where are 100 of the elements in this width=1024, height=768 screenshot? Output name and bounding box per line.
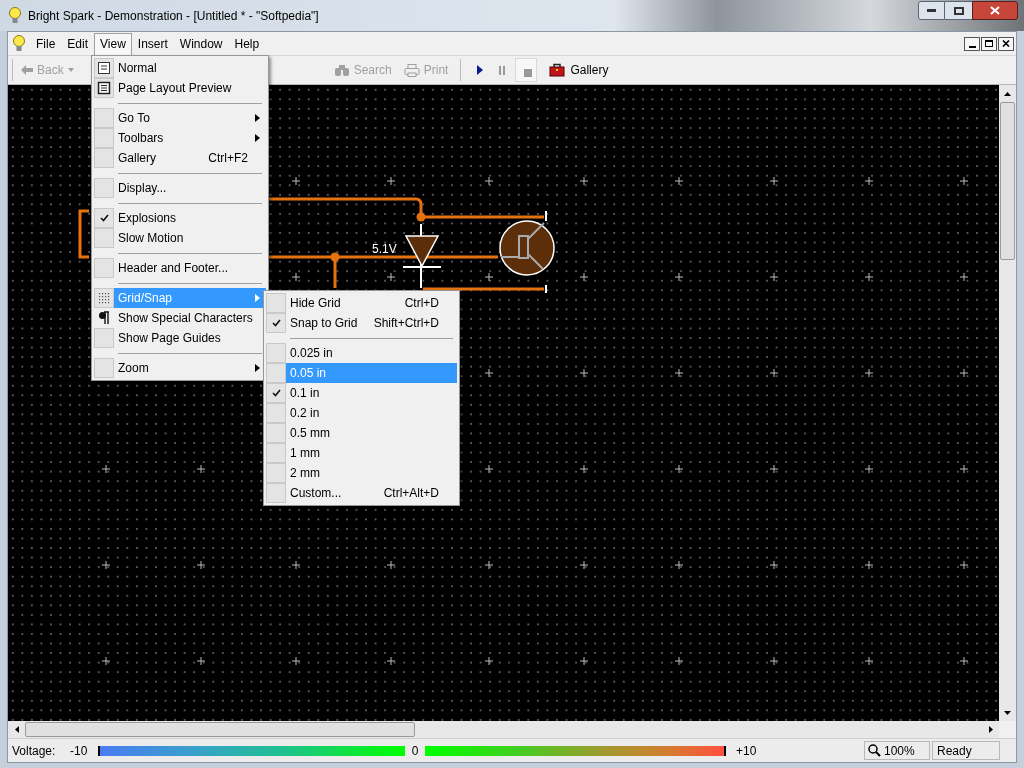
grid-cross <box>864 272 874 282</box>
voltage-label: Voltage: <box>12 742 57 760</box>
menu-item[interactable]: 0.1 in <box>266 383 457 403</box>
scrollbar-thumb[interactable] <box>25 722 415 737</box>
grid-cross <box>959 560 969 570</box>
menu-item[interactable]: 0.5 mm <box>266 423 457 443</box>
grid-cross <box>386 560 396 570</box>
grid-cross <box>196 464 206 474</box>
checkmark-icon <box>99 214 109 222</box>
grid-cross <box>674 272 684 282</box>
menu-item[interactable]: Toolbars <box>94 128 266 148</box>
junction-dot[interactable] <box>416 212 426 222</box>
dropdown-caret-icon <box>67 68 74 72</box>
grid-cross <box>484 464 494 474</box>
menu-title[interactable]: Help <box>228 32 266 55</box>
grid-cross <box>291 272 301 282</box>
grid-cross <box>291 560 301 570</box>
grid-cross <box>101 560 111 570</box>
wire[interactable] <box>78 209 89 259</box>
wire[interactable] <box>268 255 498 259</box>
pause-icon <box>499 65 506 75</box>
right-arrow-icon <box>988 726 993 733</box>
mdi-restore-button[interactable] <box>981 36 997 51</box>
voltage-label: 5.1V <box>372 241 397 258</box>
mdi-minimize-button[interactable] <box>964 36 980 51</box>
menu-item[interactable]: Snap to Grid Shift+Ctrl+D <box>266 313 457 333</box>
menu-item[interactable]: Zoom <box>94 358 266 378</box>
grid-cross <box>769 368 779 378</box>
close-button[interactable] <box>972 1 1018 20</box>
grid-cross <box>579 368 589 378</box>
grid-cross <box>674 656 684 666</box>
maximize-button[interactable] <box>945 1 972 20</box>
page-layout-icon <box>97 81 111 95</box>
page-icon <box>97 61 111 75</box>
grid-cross <box>579 560 589 570</box>
grid-cross <box>484 176 494 186</box>
menu-item[interactable]: 1 mm <box>266 443 457 463</box>
stop-button[interactable] <box>515 58 538 82</box>
grid-cross <box>579 272 589 282</box>
grid-cross <box>484 560 494 570</box>
grid-cross <box>484 368 494 378</box>
menu-item[interactable]: Show Special Characters <box>94 308 266 328</box>
menu-title[interactable]: Insert <box>131 32 174 55</box>
scale-min-label: -10 <box>70 742 89 760</box>
grid-cross <box>579 176 589 186</box>
menu-title[interactable]: Edit <box>61 32 95 55</box>
up-arrow-icon <box>1004 91 1011 96</box>
grid-cross <box>579 464 589 474</box>
pilcrow-icon <box>98 311 110 325</box>
grid-cross <box>864 656 874 666</box>
menu-title[interactable]: Window <box>173 32 229 55</box>
grid-cross <box>196 656 206 666</box>
grid-cross <box>579 656 589 666</box>
grid-cross <box>864 560 874 570</box>
zener-diode-drawing[interactable] <box>402 223 442 289</box>
horizontal-scrollbar[interactable] <box>8 721 999 738</box>
grid-cross <box>769 656 779 666</box>
menu-title[interactable]: View <box>94 32 132 55</box>
menu-item[interactable]: Explosions <box>94 208 266 228</box>
menu-item[interactable]: Header and Footer... <box>94 258 266 278</box>
mdi-close-button[interactable] <box>998 36 1014 51</box>
menu-item[interactable]: 0.2 in <box>266 403 457 423</box>
transistor-drawing[interactable] <box>499 210 555 294</box>
minimize-button[interactable] <box>918 1 945 20</box>
grid-cross <box>769 560 779 570</box>
grid-cross <box>959 368 969 378</box>
menu-item[interactable]: 2 mm <box>266 463 457 483</box>
junction-dot[interactable] <box>330 252 340 262</box>
grid-cross <box>959 656 969 666</box>
grid-cross <box>484 272 494 282</box>
lightbulb-icon <box>8 6 22 25</box>
menu-item[interactable]: Custom... Ctrl+Alt+D <box>266 483 457 503</box>
menu-item[interactable]: Go To <box>94 108 266 128</box>
menu-title[interactable]: File <box>30 32 62 55</box>
scrollbar-thumb[interactable] <box>1000 102 1015 260</box>
grid-cross <box>674 464 684 474</box>
down-arrow-icon <box>1004 710 1011 715</box>
gallery-button[interactable]: Gallery <box>545 61 613 79</box>
menu-item[interactable]: Display... <box>94 178 266 198</box>
wire[interactable] <box>268 197 544 219</box>
menu-item[interactable]: Slow Motion <box>94 228 266 248</box>
magnifier-icon <box>868 744 881 757</box>
grid-cross <box>769 272 779 282</box>
vertical-scrollbar[interactable] <box>999 85 1016 721</box>
close-icon <box>990 6 1000 15</box>
grid-cross <box>484 656 494 666</box>
grid-cross <box>291 176 301 186</box>
binoculars-icon <box>333 63 350 77</box>
play-icon <box>477 65 484 75</box>
menu-item[interactable]: 0.025 in <box>266 343 457 363</box>
menu-item[interactable]: Gallery Ctrl+F2 <box>94 148 266 168</box>
lightbulb-icon <box>12 34 26 53</box>
stop-icon <box>524 69 533 77</box>
menu-item[interactable]: Show Page Guides <box>94 328 266 348</box>
grid-cross <box>674 368 684 378</box>
grid-cross <box>674 176 684 186</box>
menu-item[interactable]: Hide Grid Ctrl+D <box>266 293 457 313</box>
menu-item[interactable]: Normal <box>94 58 266 78</box>
zoom-level: 100% <box>884 742 915 760</box>
grid-cross <box>959 464 969 474</box>
